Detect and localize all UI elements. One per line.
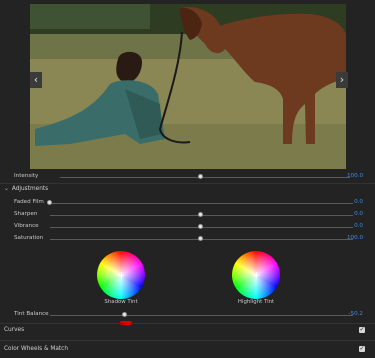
tint-balance-value[interactable]: -50.2: [349, 311, 363, 317]
chevron-down-icon: ⌄: [4, 186, 9, 192]
lumetri-panel: ‹ › Intensity 100.0 ⌄ Adjustments Faded F…: [0, 0, 375, 358]
chevron-right-icon: ›: [339, 73, 345, 86]
vibrance-slider[interactable]: [50, 224, 353, 229]
saturation-slider[interactable]: [50, 236, 353, 241]
saturation-label: Saturation: [14, 235, 44, 241]
sharpen-value[interactable]: 0.0: [354, 211, 363, 217]
tint-balance-label: Tint Balance: [14, 311, 49, 317]
faded-film-label: Faded Film: [14, 199, 44, 205]
intensity-label: Intensity: [14, 173, 39, 179]
vibrance-label: Vibrance: [14, 223, 39, 229]
preview-image: [30, 4, 346, 169]
saturation-row: Saturation 100.0: [0, 233, 375, 245]
faded-film-slider[interactable]: [47, 200, 353, 205]
intensity-slider[interactable]: [60, 174, 350, 179]
color-wheels-label: Color Wheels & Match: [4, 346, 69, 352]
tint-balance-row: Tint Balance -50.2: [0, 309, 375, 321]
sharpen-label: Sharpen: [14, 211, 38, 217]
checkmark-icon: ✓: [359, 326, 365, 333]
color-wheels-enable-checkbox[interactable]: ✓: [359, 346, 365, 352]
adjustments-title: Adjustments: [11, 186, 49, 192]
tint-balance-slider-thumb[interactable]: [122, 312, 127, 317]
saturation-slider-thumb[interactable]: [198, 236, 203, 241]
divider: [0, 183, 375, 184]
previous-frame-button[interactable]: ‹: [30, 72, 42, 88]
sharpen-slider-thumb[interactable]: [198, 212, 203, 217]
intensity-row: Intensity 100.0: [0, 171, 375, 183]
saturation-value[interactable]: 100.0: [347, 235, 363, 241]
faded-film-value[interactable]: 0.0: [354, 199, 363, 205]
highlight-tint-wheel[interactable]: [232, 251, 280, 299]
intensity-value[interactable]: 100.0: [347, 173, 363, 179]
faded-film-row: Faded Film 0.0: [0, 197, 375, 209]
checkmark-icon: ✓: [359, 345, 365, 352]
sharpen-slider[interactable]: [50, 212, 353, 217]
crosshair-icon[interactable]: [253, 272, 259, 278]
highlight-tint-label: Highlight Tint: [237, 299, 275, 305]
next-frame-button[interactable]: ›: [336, 72, 348, 88]
crosshair-icon[interactable]: [118, 272, 124, 278]
sharpen-row: Sharpen 0.0: [0, 209, 375, 221]
vibrance-slider-thumb[interactable]: [198, 224, 203, 229]
faded-film-slider-thumb[interactable]: [47, 200, 52, 205]
divider: [0, 323, 375, 324]
chevron-left-icon: ‹: [33, 73, 39, 86]
shadow-tint-label: Shadow Tint: [104, 299, 138, 305]
adjustments-header[interactable]: ⌄ Adjustments: [4, 186, 48, 192]
vibrance-row: Vibrance 0.0: [0, 221, 375, 233]
curves-section-header[interactable]: Curves: [4, 327, 24, 333]
tint-balance-slider[interactable]: [50, 312, 353, 317]
vibrance-value[interactable]: 0.0: [354, 223, 363, 229]
curves-label: Curves: [4, 327, 25, 333]
shadow-tint-wheel[interactable]: [97, 251, 145, 299]
intensity-slider-thumb[interactable]: [198, 174, 203, 179]
divider: [0, 340, 375, 341]
curves-enable-checkbox[interactable]: ✓: [359, 327, 365, 333]
video-preview: [30, 4, 346, 169]
color-wheels-section-header[interactable]: Color Wheels & Match: [4, 346, 68, 352]
